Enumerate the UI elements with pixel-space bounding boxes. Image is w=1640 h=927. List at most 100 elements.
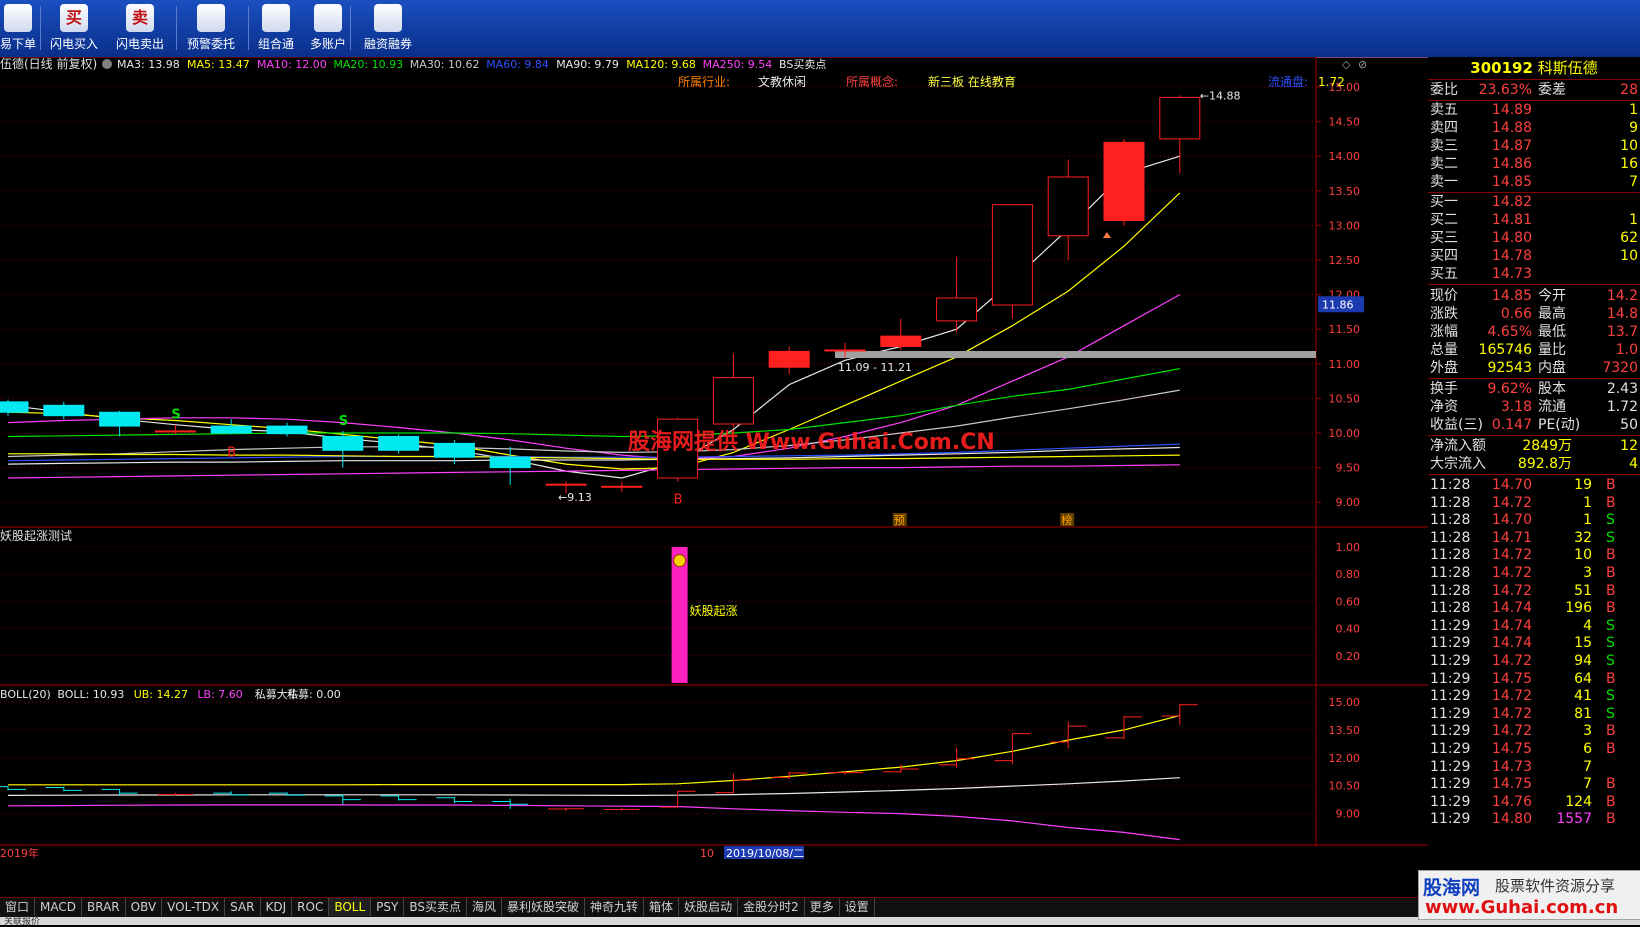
tab-14[interactable]: 箱体 [644, 898, 680, 916]
toolbar-button-label: 多账户 [309, 37, 346, 51]
toolbar-button-3[interactable]: 预警委托 [186, 2, 236, 54]
stat-label: 净资 [1430, 399, 1458, 415]
flow-value: 892.8万 [1517, 456, 1572, 472]
stat-label-2: 量比 [1538, 342, 1566, 358]
stat-row: 涨跌 0.66 最高 14.8 [1428, 305, 1640, 323]
tick-row: 11:28 14.72 10 B [1428, 546, 1640, 564]
boll-legend-1: BOLL: 10.93 [57, 688, 124, 701]
tick-time: 11:29 [1430, 653, 1471, 669]
book-label: 买三 [1430, 230, 1458, 246]
candle-body [99, 411, 141, 427]
book-volume: 1 [1629, 212, 1638, 228]
candle-body [936, 297, 978, 322]
tick-time: 11:29 [1430, 723, 1471, 740]
trade-icon [4, 4, 32, 32]
stat-label: 总量 [1430, 342, 1458, 358]
stat-row: 净资 3.18 流通 1.72 [1428, 398, 1640, 416]
indicator1-title: 妖股起涨测试 [0, 528, 72, 543]
price-tick-label: 13.00 [1329, 219, 1361, 232]
flow-value: 2849万 [1522, 438, 1572, 454]
candle-body [545, 483, 587, 486]
stat-label: 换手 [1430, 381, 1458, 397]
stat-value: 14.85 [1491, 288, 1532, 304]
tab-16[interactable]: 金股分时2 [738, 898, 805, 916]
stat-label-2: PE(动) [1538, 417, 1581, 433]
stat-label-2: 流通 [1538, 399, 1566, 415]
tab-4[interactable]: VOL-TDX [162, 898, 226, 916]
stat-row: 换手 9.62% 股本 2.43 [1428, 380, 1640, 398]
tick-side: S [1606, 529, 1615, 546]
tab-3[interactable]: OBV [126, 898, 163, 916]
book-volume: 62 [1620, 230, 1638, 246]
ma-legend-2: MA10: 12.00 [257, 58, 327, 71]
stat-label-2: 最高 [1538, 306, 1566, 322]
tab-5[interactable]: SAR [225, 898, 261, 916]
tick-row: 11:29 14.75 7 B [1428, 775, 1640, 793]
ma-legend-6: MA90: 9.79 [556, 58, 619, 71]
stat-row: 外盘 92543 内盘 7320 [1428, 359, 1640, 377]
tick-volume: 41 [1574, 688, 1592, 705]
tab-18[interactable]: 设置 [840, 898, 875, 916]
tick-row: 11:29 14.75 6 B [1428, 740, 1640, 758]
tick-side: B [1606, 600, 1616, 617]
candle-body [489, 456, 531, 469]
tab-2[interactable]: BRAR [82, 898, 126, 916]
chart-area[interactable]: 15.00 14.50 14.00 13.50 13.00 12.50 12.00 11.50… [0, 56, 1640, 897]
stat-value-2: 14.8 [1606, 306, 1638, 322]
range-label: 11.09 - 11.21 [838, 361, 912, 374]
tick-price: 14.75 [1491, 741, 1532, 757]
toolbar-button-label: 融资融券 [363, 37, 412, 51]
tick-volume: 124 [1565, 793, 1592, 810]
tick-price: 14.75 [1491, 776, 1532, 793]
tick-side: S [1606, 653, 1615, 669]
price-tick-label: 11.00 [1329, 358, 1361, 371]
tab-13[interactable]: 神奇九转 [585, 898, 645, 916]
tick-price: 14.72 [1491, 582, 1532, 599]
tab-9[interactable]: PSY [371, 898, 405, 916]
divider [1428, 474, 1640, 475]
toolbar-button-6[interactable]: 融资融券 [362, 2, 414, 54]
float-value: 1.72 [1318, 75, 1345, 89]
ma-legend-4: MA30: 10.62 [410, 58, 480, 71]
tab-1[interactable]: MACD [35, 898, 82, 916]
stat-label: 现价 [1430, 288, 1458, 304]
book-price: 14.86 [1491, 156, 1532, 172]
stat-value-2: 7320 [1602, 360, 1638, 376]
tick-side: B [1606, 670, 1616, 687]
book-label: 卖二 [1430, 156, 1458, 172]
stat-row: 总量 165746 量比 1.0 [1428, 341, 1640, 359]
tab-7[interactable]: ROC [292, 898, 330, 916]
price-tick-label: 14.00 [1329, 150, 1361, 163]
toolbar-button-label: 易下单 [0, 37, 37, 51]
tab-17[interactable]: 更多 [805, 898, 840, 916]
tick-side: S [1606, 512, 1615, 529]
tick-volume: 7 [1583, 776, 1592, 793]
tick-time: 11:28 [1430, 582, 1471, 599]
flow-row: 大宗流入 892.8万 4 [1428, 455, 1640, 473]
tick-time: 11:29 [1430, 705, 1471, 722]
toolbar-button-0[interactable]: 易下单 [0, 2, 36, 54]
tab-11[interactable]: 海风 [467, 898, 503, 916]
tab-10[interactable]: BS买卖点 [404, 898, 467, 916]
book-volume: 10 [1620, 248, 1638, 264]
tab-15[interactable]: 妖股启动 [679, 898, 739, 916]
toolbar-button-1[interactable]: 买闪电买入 [48, 2, 100, 54]
weibi-label: 委比 [1430, 82, 1458, 98]
order-book-row: 卖五 14.89 1 [1428, 101, 1640, 119]
tick-time: 11:28 [1430, 512, 1471, 529]
tab-8[interactable]: BOLL [329, 898, 372, 916]
kline-chart[interactable]: 15.00 14.50 14.00 13.50 13.00 12.50 12.00 11.50… [0, 56, 1428, 897]
book-volume: 9 [1629, 120, 1638, 136]
tab-12[interactable]: 暴利妖股突破 [502, 898, 586, 916]
toolbar-button-2[interactable]: 卖闪电卖出 [114, 2, 166, 54]
book-label: 卖三 [1430, 138, 1458, 154]
toolbar-button-5[interactable]: 多账户 [308, 2, 348, 54]
tab-6[interactable]: KDJ [261, 898, 293, 916]
tick-price: 14.74 [1491, 617, 1532, 634]
toolbar-button-4[interactable]: 组合通 [256, 2, 296, 54]
stat-label-2: 今开 [1538, 288, 1566, 304]
tick-price: 14.80 [1491, 811, 1532, 828]
stat-label-2: 内盘 [1538, 360, 1566, 376]
stat-label: 外盘 [1430, 360, 1458, 376]
ma-legend-8: MA250: 9.54 [703, 58, 773, 71]
